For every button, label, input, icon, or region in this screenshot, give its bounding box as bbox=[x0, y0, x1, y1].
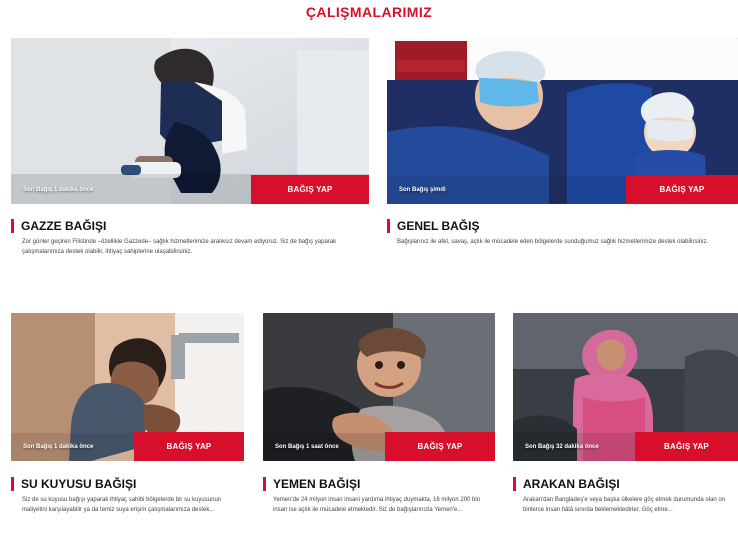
card-image[interactable]: Son Bağış 1 dakika önce BAĞIŞ YAP bbox=[11, 313, 244, 461]
donate-button[interactable]: BAĞIŞ YAP bbox=[635, 432, 738, 461]
donate-button[interactable]: BAĞIŞ YAP bbox=[385, 432, 495, 461]
donation-card-water-well: Son Bağış 1 dakika önce BAĞIŞ YAP SU KUY… bbox=[11, 313, 244, 513]
donate-button[interactable]: BAĞIŞ YAP bbox=[251, 175, 369, 204]
last-donation-label: Son Bağış şimdi bbox=[399, 187, 446, 193]
donation-card-yemen: Son Bağış 1 saat önce BAĞIŞ YAP YEMEN BA… bbox=[263, 313, 495, 513]
last-donation-label: Son Bağış 1 dakika önce bbox=[23, 187, 94, 193]
card-title[interactable]: SU KUYUSU BAĞIŞI bbox=[11, 477, 136, 491]
donate-button[interactable]: BAĞIŞ YAP bbox=[134, 432, 244, 461]
card-title[interactable]: YEMEN BAĞIŞI bbox=[263, 477, 360, 491]
card-description: Yemen'de 24 milyon insan insani yardıma … bbox=[273, 497, 481, 513]
card-description: Siz de su kuyusu bağışı yaparak ihtiyaç … bbox=[22, 497, 222, 513]
donation-card-general: Son Bağış şimdi BAĞIŞ YAP GENEL BAĞIŞ Ba… bbox=[387, 38, 738, 245]
card-title[interactable]: GAZZE BAĞIŞI bbox=[11, 219, 106, 233]
card-image[interactable]: Son Bağış şimdi BAĞIŞ YAP bbox=[387, 38, 738, 204]
card-image[interactable]: Son Bağış 32 dakika önce BAĞIŞ YAP bbox=[513, 313, 738, 461]
card-title[interactable]: ARAKAN BAĞIŞI bbox=[513, 477, 620, 491]
card-description: Bağışlarınız ile afet, savaş, açlık ile … bbox=[397, 239, 709, 245]
card-title[interactable]: GENEL BAĞIŞ bbox=[387, 219, 479, 233]
card-image[interactable]: Son Bağış 1 saat önce BAĞIŞ YAP bbox=[263, 313, 495, 461]
card-image[interactable]: Son Bağış 1 dakika önce BAĞIŞ YAP bbox=[11, 38, 369, 204]
last-donation-label: Son Bağış 32 dakika önce bbox=[525, 444, 599, 450]
donation-card-arakan: Son Bağış 32 dakika önce BAĞIŞ YAP ARAKA… bbox=[513, 313, 738, 513]
last-donation-label: Son Bağış 1 saat önce bbox=[275, 444, 339, 450]
card-description: Arakan'dan Bangladeş'e veya başka ülkele… bbox=[523, 497, 726, 513]
donate-button[interactable]: BAĞIŞ YAP bbox=[626, 175, 738, 204]
donation-card-gaza: Son Bağış 1 dakika önce BAĞIŞ YAP GAZZE … bbox=[11, 38, 369, 255]
card-description: Zor günler geçiren Filistinde –özellikle… bbox=[22, 239, 337, 255]
section-title: ÇALIŞMALARIMIZ bbox=[305, 4, 433, 20]
page: ÇALIŞMALARIMIZ Son Bağış 1 dakika önce B… bbox=[0, 0, 738, 538]
last-donation-label: Son Bağış 1 dakika önce bbox=[23, 444, 94, 450]
